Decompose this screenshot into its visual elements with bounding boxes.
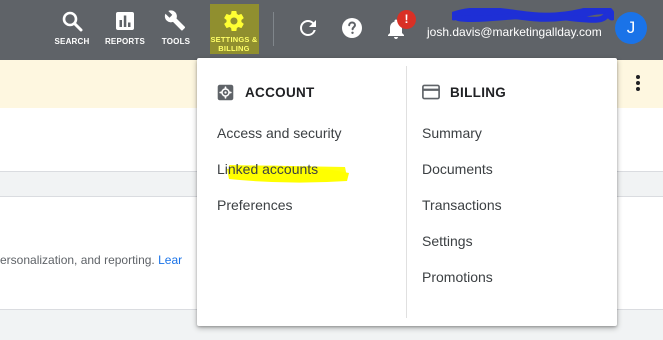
top-app-bar: SEARCH REPORTS TOOLS SETTINGS & BILLING (0, 0, 663, 60)
billing-heading: BILLING (422, 83, 602, 103)
account-email[interactable]: josh.davis@marketingallday.com (427, 25, 602, 39)
help-icon[interactable] (340, 16, 364, 40)
refresh-icon[interactable] (296, 16, 320, 40)
wrench-icon (164, 10, 186, 31)
card-body-text: ersonalization, and reporting. Lear (0, 253, 182, 267)
menu-item-summary[interactable]: Summary (422, 125, 482, 141)
account-heading: ACCOUNT (217, 83, 397, 103)
search-button[interactable]: SEARCH (45, 6, 99, 52)
settings-billing-label-line2: BILLING (218, 44, 250, 53)
tools-button[interactable]: TOOLS (149, 6, 203, 52)
gear-square-icon (217, 84, 234, 101)
settings-billing-menu: ACCOUNT Access and security Linked accou… (197, 58, 617, 326)
learn-more-link[interactable]: Lear (158, 253, 182, 267)
menu-item-linked-accounts[interactable]: Linked accounts (217, 161, 318, 177)
tools-label: TOOLS (161, 37, 191, 46)
account-heading-label: ACCOUNT (245, 85, 315, 100)
avatar[interactable]: J (615, 12, 647, 44)
credit-card-icon (422, 84, 440, 100)
search-label: SEARCH (54, 37, 90, 46)
search-icon (62, 11, 83, 32)
settings-billing-label-line1: SETTINGS & (210, 35, 258, 44)
menu-item-documents[interactable]: Documents (422, 161, 493, 177)
settings-billing-label: SETTINGS & BILLING (207, 35, 261, 53)
gear-icon (224, 11, 244, 32)
menu-item-settings[interactable]: Settings (422, 233, 473, 249)
menu-item-transactions[interactable]: Transactions (422, 197, 502, 213)
reports-button[interactable]: REPORTS (98, 6, 152, 52)
menu-item-preferences[interactable]: Preferences (217, 197, 292, 213)
toolbar-divider (273, 12, 274, 46)
billing-heading-label: BILLING (450, 85, 507, 100)
more-options-icon[interactable] (632, 73, 644, 95)
menu-item-access-security[interactable]: Access and security (217, 125, 342, 141)
menu-column-divider (406, 66, 407, 318)
notification-badge: ! (397, 10, 416, 29)
redaction-scribble (452, 8, 614, 23)
card-body-text-content: ersonalization, and reporting. (0, 253, 155, 267)
reports-icon (116, 12, 134, 30)
menu-item-promotions[interactable]: Promotions (422, 269, 493, 285)
reports-label: REPORTS (104, 37, 146, 46)
settings-billing-button[interactable]: SETTINGS & BILLING (207, 4, 261, 54)
